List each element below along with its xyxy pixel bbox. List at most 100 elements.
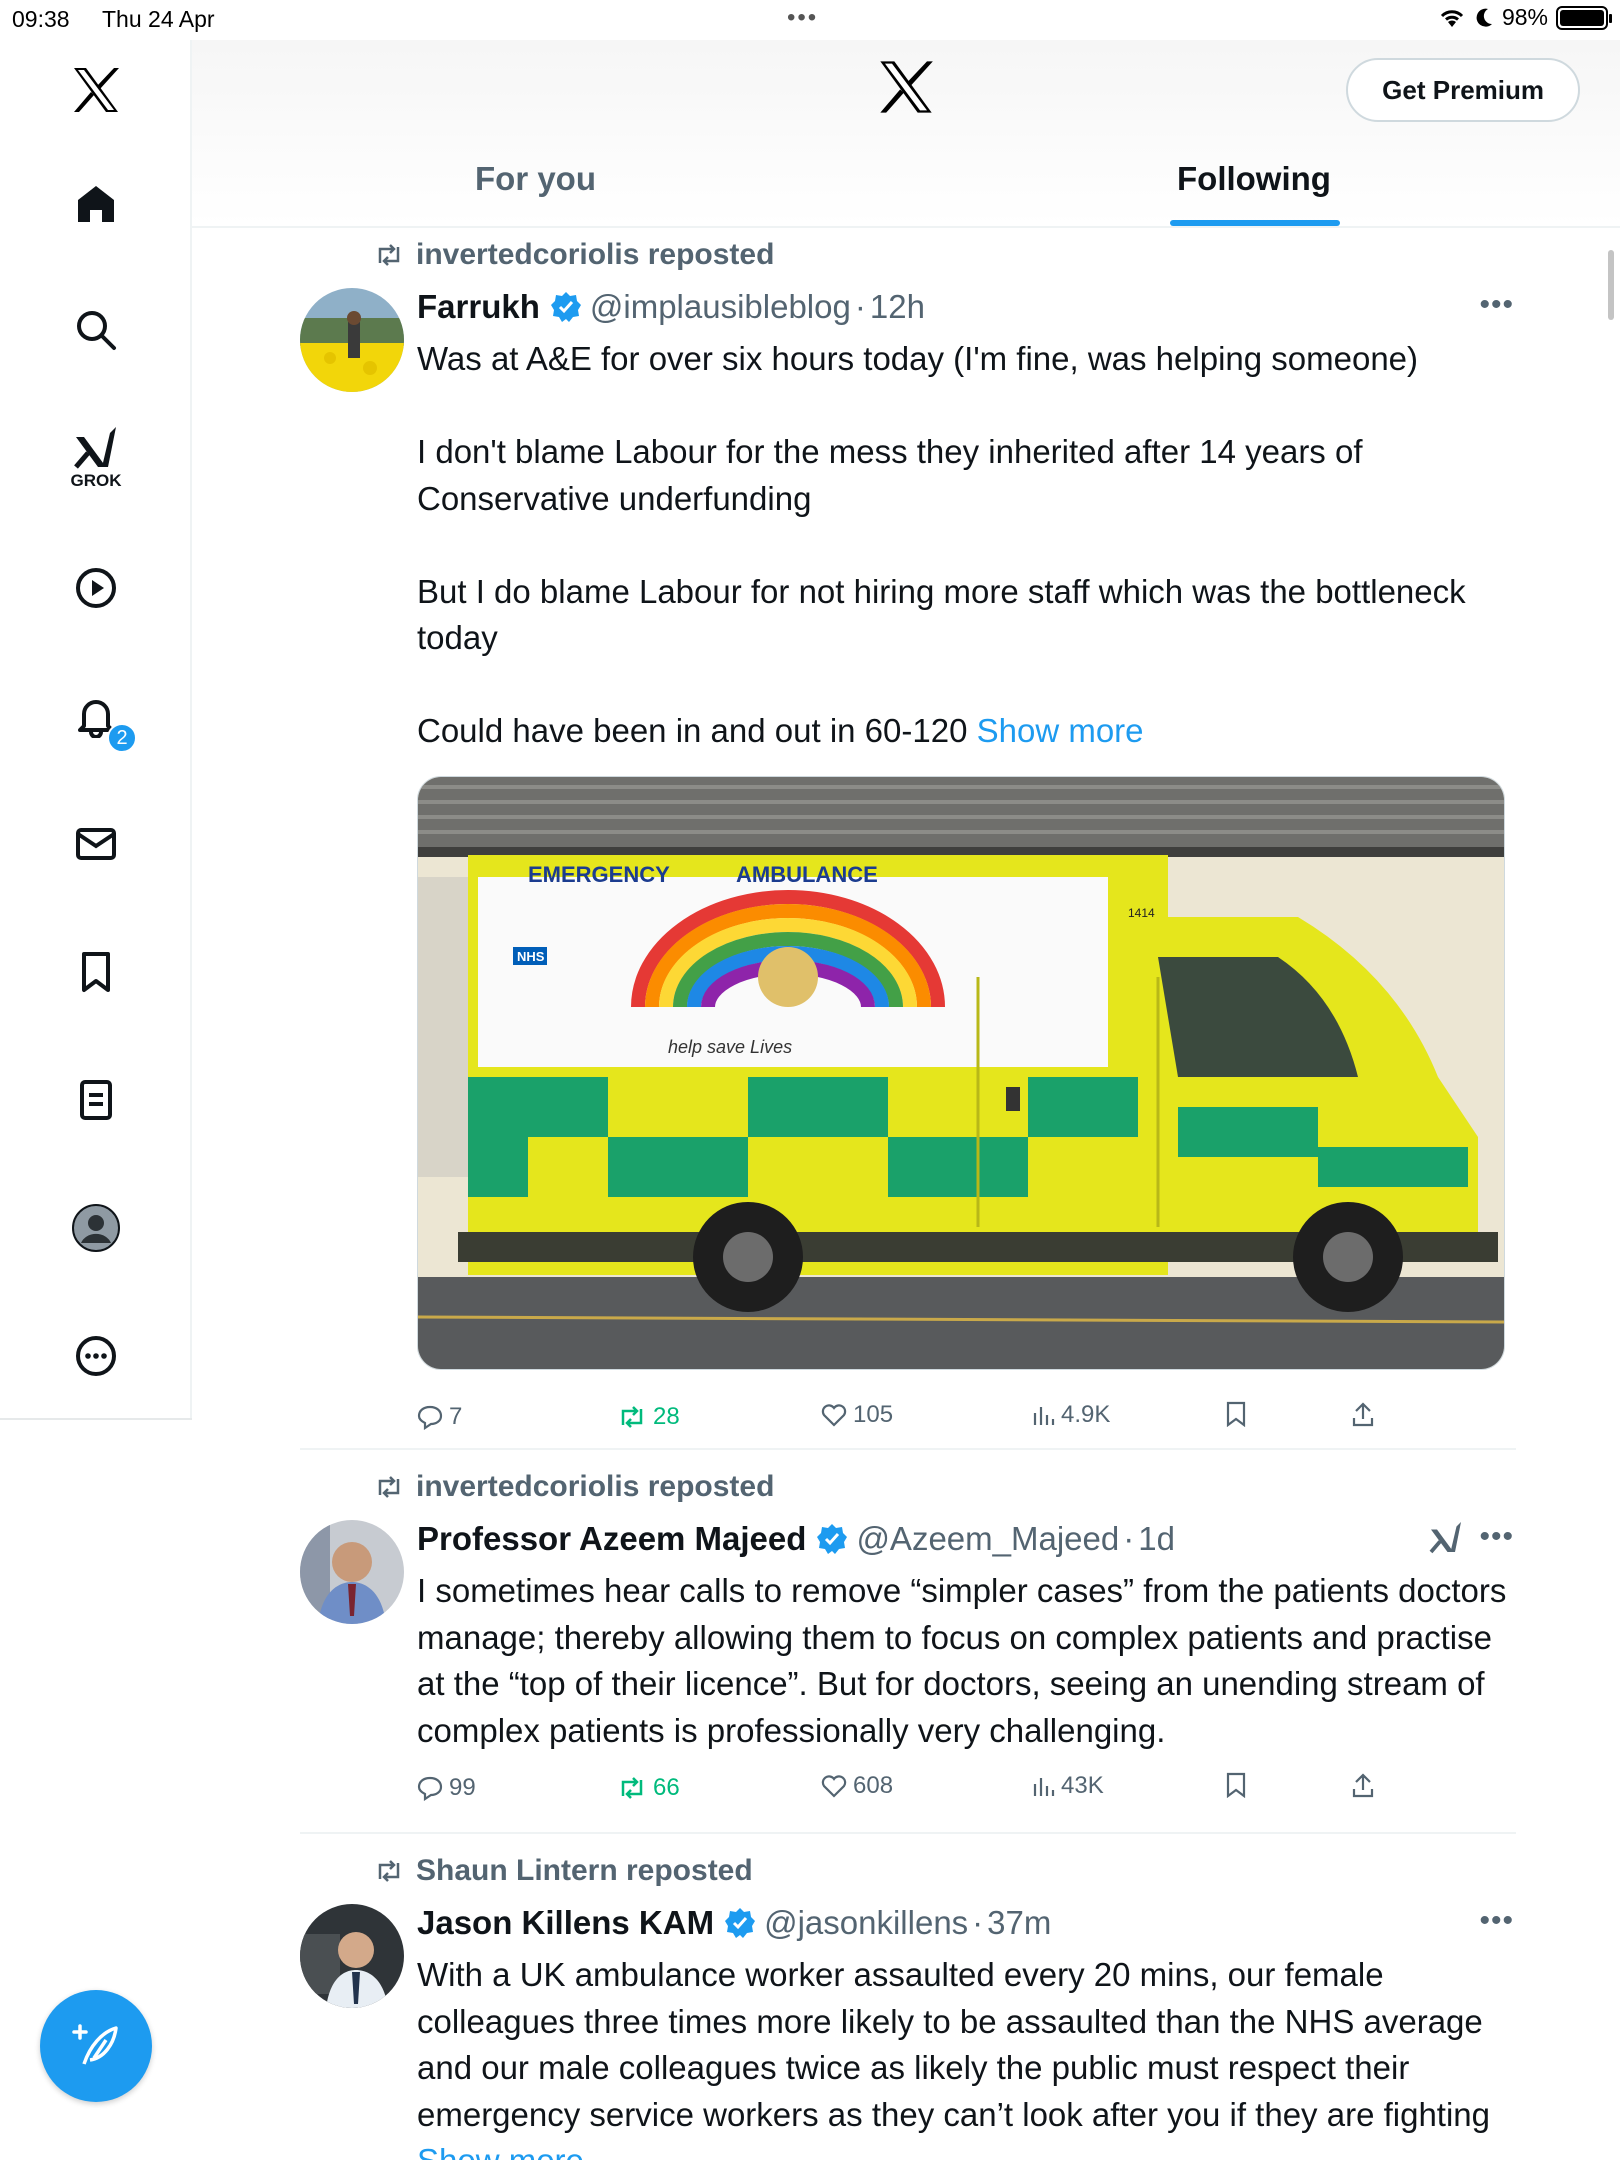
author-name[interactable]: Jason Killens KAM bbox=[417, 1904, 714, 1942]
more-options-icon[interactable] bbox=[66, 1326, 126, 1386]
status-time: 09:38 bbox=[12, 6, 70, 32]
grok-explain-icon[interactable] bbox=[1428, 1520, 1464, 1559]
bookmarks-icon[interactable] bbox=[66, 942, 126, 1002]
more-options-icon[interactable]: ••• bbox=[1479, 288, 1514, 322]
heart-icon bbox=[821, 1775, 847, 1798]
author-handle[interactable]: @jasonkillens bbox=[764, 1904, 968, 1942]
share-button[interactable] bbox=[1351, 1772, 1375, 1798]
grok-nav[interactable]: GROK bbox=[66, 418, 126, 498]
avatar[interactable] bbox=[300, 1904, 404, 2008]
post-text: I sometimes hear calls to remove “simple… bbox=[417, 1568, 1517, 1754]
grok-label: GROK bbox=[70, 471, 122, 490]
bookmark-icon bbox=[1226, 1401, 1246, 1427]
get-premium-button[interactable]: Get Premium bbox=[1346, 58, 1580, 122]
repost-context: Shaun Lintern reposted bbox=[374, 1854, 753, 1888]
battery-icon bbox=[1556, 5, 1612, 30]
search-icon[interactable] bbox=[66, 300, 126, 360]
views-count: 43K bbox=[1061, 1772, 1104, 1799]
views-button[interactable]: 43K bbox=[1031, 1772, 1104, 1800]
status-right: 98% bbox=[1438, 4, 1612, 31]
author-name[interactable]: Professor Azeem Majeed bbox=[417, 1520, 806, 1558]
lists-icon[interactable] bbox=[66, 1070, 126, 1130]
post-paragraph: With a UK ambulance worker assaulted eve… bbox=[417, 1956, 1490, 2133]
home-icon[interactable] bbox=[66, 174, 126, 234]
reply-icon bbox=[417, 1776, 443, 1801]
scrollbar[interactable] bbox=[1608, 250, 1614, 320]
repost-button[interactable]: 66 bbox=[617, 1774, 680, 1802]
post[interactable]: invertedcoriolis reposted Professor Azee… bbox=[300, 1470, 1516, 1854]
post-header: Professor Azeem Majeed @Azeem_Majeed · 1… bbox=[417, 1520, 1175, 1558]
repost-button[interactable]: 28 bbox=[617, 1403, 680, 1431]
post-time[interactable]: 12h bbox=[870, 288, 925, 326]
moon-icon bbox=[1476, 8, 1492, 27]
avatar[interactable] bbox=[300, 1520, 404, 1624]
x-logo-icon bbox=[878, 60, 934, 119]
van-number: 1414 bbox=[1128, 906, 1155, 920]
like-count: 105 bbox=[853, 1401, 894, 1428]
post-actions: 7 28 105 4.9K bbox=[417, 1401, 1517, 1443]
messages-icon[interactable] bbox=[66, 814, 126, 874]
post-paragraph: I sometimes hear calls to remove “simple… bbox=[417, 1572, 1507, 1749]
post-divider bbox=[300, 1448, 1516, 1450]
post-image[interactable]: EMERGENCY AMBULANCE NHS help save Lives … bbox=[417, 776, 1505, 1370]
reply-count: 7 bbox=[449, 1403, 463, 1430]
wifi-icon bbox=[1440, 9, 1464, 27]
compose-post-button[interactable] bbox=[40, 1990, 152, 2102]
more-options-icon[interactable]: ••• bbox=[1479, 1904, 1514, 1938]
nhs-logo-text: NHS bbox=[517, 949, 545, 964]
show-more-link[interactable]: Show more bbox=[417, 2142, 584, 2160]
post[interactable]: invertedcoriolis reposted Farrukh @impla… bbox=[300, 238, 1516, 1458]
bookmark-button[interactable] bbox=[1225, 1401, 1247, 1427]
repost-count: 66 bbox=[653, 1774, 680, 1801]
views-button[interactable]: 4.9K bbox=[1031, 1401, 1110, 1429]
post-paragraph: Was at A&E for over six hours today (I'm… bbox=[417, 340, 1419, 377]
post-actions: 99 66 608 43K bbox=[417, 1772, 1517, 1814]
reply-icon bbox=[417, 1405, 443, 1430]
heart-icon bbox=[821, 1404, 847, 1427]
repost-label: invertedcoriolis reposted bbox=[416, 238, 775, 271]
video-icon[interactable] bbox=[66, 558, 126, 618]
author-handle[interactable]: @implausibleblog bbox=[590, 288, 851, 326]
separator-dot: · bbox=[1123, 1520, 1135, 1557]
post-paragraph: I don't blame Labour for the mess they i… bbox=[417, 433, 1363, 517]
views-icon bbox=[1033, 1407, 1055, 1425]
reply-button[interactable]: 7 bbox=[417, 1403, 462, 1431]
verified-icon bbox=[724, 1907, 756, 1939]
post-paragraph: Could have been in and out in 60-120 bbox=[417, 712, 968, 749]
bookmark-button[interactable] bbox=[1225, 1772, 1247, 1798]
verified-icon bbox=[550, 291, 582, 323]
author-handle[interactable]: @Azeem_Majeed bbox=[856, 1520, 1119, 1558]
author-name[interactable]: Farrukh bbox=[417, 288, 540, 326]
feather-plus-icon bbox=[72, 2024, 118, 2065]
share-icon bbox=[1352, 1402, 1374, 1427]
share-button[interactable] bbox=[1351, 1401, 1375, 1427]
more-options-icon[interactable]: ••• bbox=[1479, 1520, 1514, 1554]
like-button[interactable]: 608 bbox=[821, 1772, 893, 1800]
timeline-feed: invertedcoriolis reposted Farrukh @impla… bbox=[192, 228, 1620, 2160]
grok-icon bbox=[74, 427, 116, 469]
reply-button[interactable]: 99 bbox=[417, 1774, 476, 1802]
tab-following[interactable]: Following bbox=[1177, 160, 1331, 198]
avatar[interactable] bbox=[300, 288, 404, 392]
views-icon bbox=[1033, 1778, 1055, 1796]
share-icon bbox=[1352, 1773, 1374, 1798]
separator-dot: · bbox=[972, 1904, 984, 1941]
post-time[interactable]: 37m bbox=[987, 1904, 1051, 1942]
multitasking-dots-icon[interactable]: ••• bbox=[787, 4, 818, 32]
bookmark-icon bbox=[1226, 1772, 1246, 1798]
post-paragraph: But I do blame Labour for not hiring mor… bbox=[417, 572, 1466, 657]
status-bar: 09:38 Thu 24 Apr ••• 98% bbox=[0, 0, 1620, 40]
van-text-ambulance: AMBULANCE bbox=[736, 862, 878, 887]
post-time[interactable]: 1d bbox=[1138, 1520, 1175, 1558]
tab-for-you[interactable]: For you bbox=[475, 160, 596, 198]
profile-icon[interactable] bbox=[66, 1198, 126, 1258]
repost-label: Shaun Lintern reposted bbox=[416, 1854, 753, 1887]
like-button[interactable]: 105 bbox=[821, 1401, 893, 1429]
post[interactable]: Shaun Lintern reposted Jason Killens KAM… bbox=[300, 1854, 1516, 2160]
like-count: 608 bbox=[853, 1772, 894, 1799]
x-logo-icon[interactable] bbox=[66, 60, 126, 120]
show-more-link[interactable]: Show more bbox=[977, 712, 1144, 749]
views-count: 4.9K bbox=[1061, 1401, 1111, 1428]
sidebar-divider bbox=[0, 1418, 192, 1420]
post-header: Jason Killens KAM @jasonkillens · 37m bbox=[417, 1904, 1051, 1942]
